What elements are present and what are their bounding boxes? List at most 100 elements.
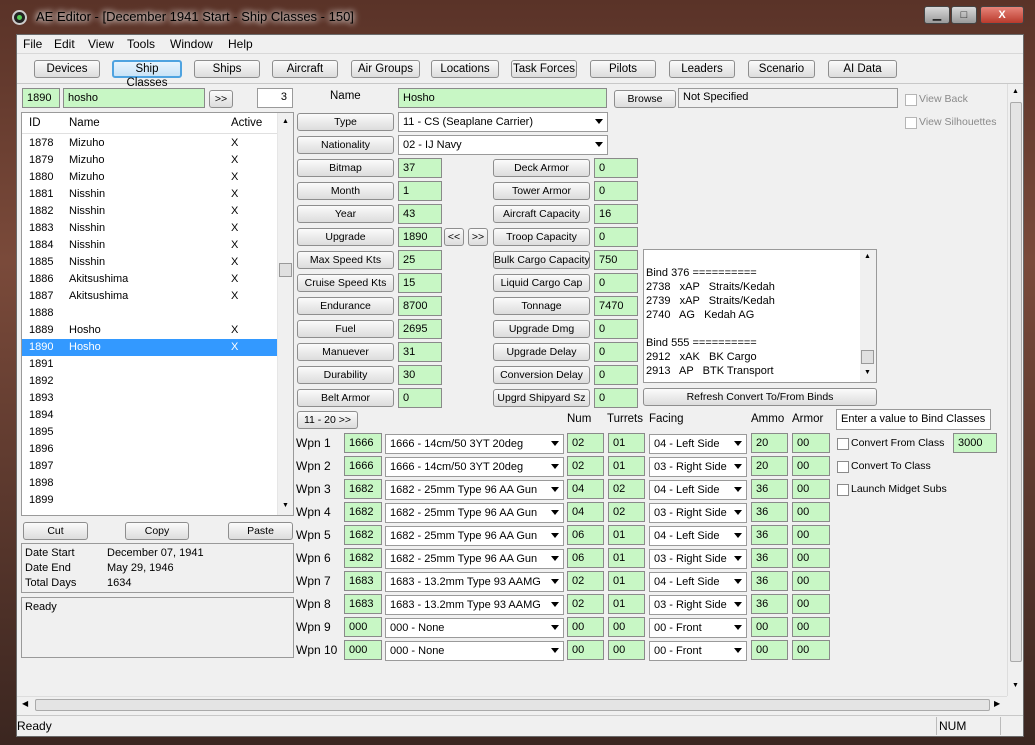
weapon-ammo-field[interactable]: 36	[751, 571, 788, 591]
weapon-device-select[interactable]: 1683 - 13.2mm Type 93 AAMG	[385, 572, 564, 592]
tab-locations[interactable]: Locations	[431, 60, 499, 78]
field-value-upgrd-shipyard-sz[interactable]: 0	[594, 388, 638, 408]
weapon-armor-field[interactable]: 00	[792, 571, 830, 591]
field-value-tower-armor[interactable]: 0	[594, 181, 638, 201]
binds-list[interactable]: Bind 376 ========== 2738 xAP Straits/Keda…	[643, 249, 877, 383]
weapon-turrets-field[interactable]: 01	[608, 571, 645, 591]
field-value-tonnage[interactable]: 7470	[594, 296, 638, 316]
search-count-field[interactable]: 3	[257, 88, 293, 108]
type-select[interactable]: 11 - CS (Seaplane Carrier)	[398, 112, 608, 132]
table-row[interactable]: 1898	[22, 475, 278, 492]
field-value-troop-capacity[interactable]: 0	[594, 227, 638, 247]
nationality-select[interactable]: 02 - IJ Navy	[398, 135, 608, 155]
tab-ai-data[interactable]: AI Data	[828, 60, 897, 78]
weapon-ammo-field[interactable]: 20	[751, 433, 788, 453]
paste-button[interactable]: Paste	[228, 522, 293, 540]
search-id-field[interactable]: 1890	[22, 88, 60, 108]
weapon-facing-select[interactable]: 03 - Right Side	[649, 595, 747, 615]
weapon-device-select[interactable]: 1682 - 25mm Type 96 AA Gun	[385, 549, 564, 569]
weapon-device-select[interactable]: 1666 - 14cm/50 3YT 20deg	[385, 457, 564, 477]
minimize-button[interactable]: ▁	[924, 6, 950, 24]
weapon-ammo-field[interactable]: 36	[751, 525, 788, 545]
weapon-facing-select[interactable]: 03 - Right Side	[649, 549, 747, 569]
field-value-month[interactable]: 1	[398, 181, 442, 201]
weapon-id-field[interactable]: 000	[344, 640, 382, 660]
weapon-armor-field[interactable]: 00	[792, 525, 830, 545]
field-button-fuel[interactable]: Fuel	[297, 320, 394, 338]
field-button-manuever[interactable]: Manuever	[297, 343, 394, 361]
field-button-troop-capacity[interactable]: Troop Capacity	[493, 228, 590, 246]
list-scrollbar[interactable]: ▲ ▼	[277, 113, 293, 515]
weapon-ammo-field[interactable]: 20	[751, 456, 788, 476]
field-button-deck-armor[interactable]: Deck Armor	[493, 159, 590, 177]
weapon-num-field[interactable]: 02	[567, 456, 604, 476]
column-header-id[interactable]: ID	[29, 117, 41, 129]
tab-pilots[interactable]: Pilots	[590, 60, 656, 78]
field-button-upgrade[interactable]: Upgrade	[297, 228, 394, 246]
weapon-armor-field[interactable]: 00	[792, 548, 830, 568]
field-value-endurance[interactable]: 8700	[398, 296, 442, 316]
weapon-ammo-field[interactable]: 36	[751, 548, 788, 568]
tab-scenario[interactable]: Scenario	[748, 60, 815, 78]
nationality-button[interactable]: Nationality	[297, 136, 394, 154]
field-value-belt-armor[interactable]: 0	[398, 388, 442, 408]
weapon-turrets-field[interactable]: 00	[608, 617, 645, 637]
weapon-ammo-field[interactable]: 36	[751, 594, 788, 614]
weapon-armor-field[interactable]: 00	[792, 479, 830, 499]
table-row[interactable]: 1885 Nisshin X	[22, 254, 278, 271]
upgrade-next-button[interactable]: >>	[468, 228, 488, 246]
weapon-turrets-field[interactable]: 01	[608, 525, 645, 545]
field-value-aircraft-capacity[interactable]: 16	[594, 204, 638, 224]
refresh-binds-button[interactable]: Refresh Convert To/From Binds	[643, 388, 877, 406]
scroll-up-icon[interactable]: ▲	[864, 253, 871, 260]
weapon-facing-select[interactable]: 03 - Right Side	[649, 457, 747, 477]
search-go-button[interactable]: >>	[209, 90, 233, 108]
weapon-device-select[interactable]: 1682 - 25mm Type 96 AA Gun	[385, 480, 564, 500]
field-button-upgrd-shipyard-sz[interactable]: Upgrd Shipyard Sz	[493, 389, 590, 407]
table-row[interactable]: 1886 Akitsushima X	[22, 271, 278, 288]
field-button-upgrade-delay[interactable]: Upgrade Delay	[493, 343, 590, 361]
field-value-fuel[interactable]: 2695	[398, 319, 442, 339]
menu-file[interactable]: File	[23, 37, 42, 51]
upgrade-prev-button[interactable]: <<	[444, 228, 464, 246]
weapon-num-field[interactable]: 06	[567, 525, 604, 545]
table-row[interactable]: 1878 Mizuho X	[22, 135, 278, 152]
field-button-belt-armor[interactable]: Belt Armor	[297, 389, 394, 407]
weapon-armor-field[interactable]: 00	[792, 640, 830, 660]
table-row[interactable]: 1882 Nisshin X	[22, 203, 278, 220]
weapon-num-field[interactable]: 06	[567, 548, 604, 568]
convert-to-checkbox[interactable]	[837, 461, 849, 473]
field-button-cruise-speed-kts[interactable]: Cruise Speed Kts	[297, 274, 394, 292]
weapon-turrets-field[interactable]: 00	[608, 640, 645, 660]
table-row[interactable]: 1890 Hosho X	[22, 339, 278, 356]
field-value-upgrade-dmg[interactable]: 0	[594, 319, 638, 339]
scroll-right-icon[interactable]: ▶	[994, 699, 1000, 708]
field-value-max-speed-kts[interactable]: 25	[398, 250, 442, 270]
ship-class-list[interactable]: ID Name Active 1878 Mizuho X 1879 Mizuho X 188…	[21, 112, 294, 516]
field-button-conversion-delay[interactable]: Conversion Delay	[493, 366, 590, 384]
weapon-id-field[interactable]: 1666	[344, 433, 382, 453]
table-row[interactable]: 1899	[22, 492, 278, 509]
tab-devices[interactable]: Devices	[34, 60, 100, 78]
weapon-id-field[interactable]: 1666	[344, 456, 382, 476]
table-row[interactable]: 1880 Mizuho X	[22, 169, 278, 186]
weapon-num-field[interactable]: 00	[567, 640, 604, 660]
convert-from-checkbox[interactable]	[837, 438, 849, 450]
weapon-turrets-field[interactable]: 01	[608, 433, 645, 453]
scroll-up-icon[interactable]: ▲	[1012, 88, 1019, 95]
field-button-endurance[interactable]: Endurance	[297, 297, 394, 315]
field-button-max-speed-kts[interactable]: Max Speed Kts	[297, 251, 394, 269]
weapon-device-select[interactable]: 1666 - 14cm/50 3YT 20deg	[385, 434, 564, 454]
scroll-down-icon[interactable]: ▼	[864, 369, 871, 376]
weapon-turrets-field[interactable]: 01	[608, 456, 645, 476]
field-value-deck-armor[interactable]: 0	[594, 158, 638, 178]
tab-air-groups[interactable]: Air Groups	[351, 60, 420, 78]
tab-ships[interactable]: Ships	[194, 60, 260, 78]
tab-ship-classes[interactable]: Ship Classes	[112, 60, 182, 89]
weapon-num-field[interactable]: 04	[567, 479, 604, 499]
binds-scrollbar[interactable]: ▲ ▼	[860, 250, 876, 382]
name-field[interactable]: Hosho	[398, 88, 607, 108]
main-horizontal-scrollbar[interactable]: ◀ ▶	[17, 696, 1007, 712]
main-vertical-scrollbar[interactable]: ▲ ▼	[1007, 84, 1023, 696]
menu-help[interactable]: Help	[228, 37, 253, 51]
